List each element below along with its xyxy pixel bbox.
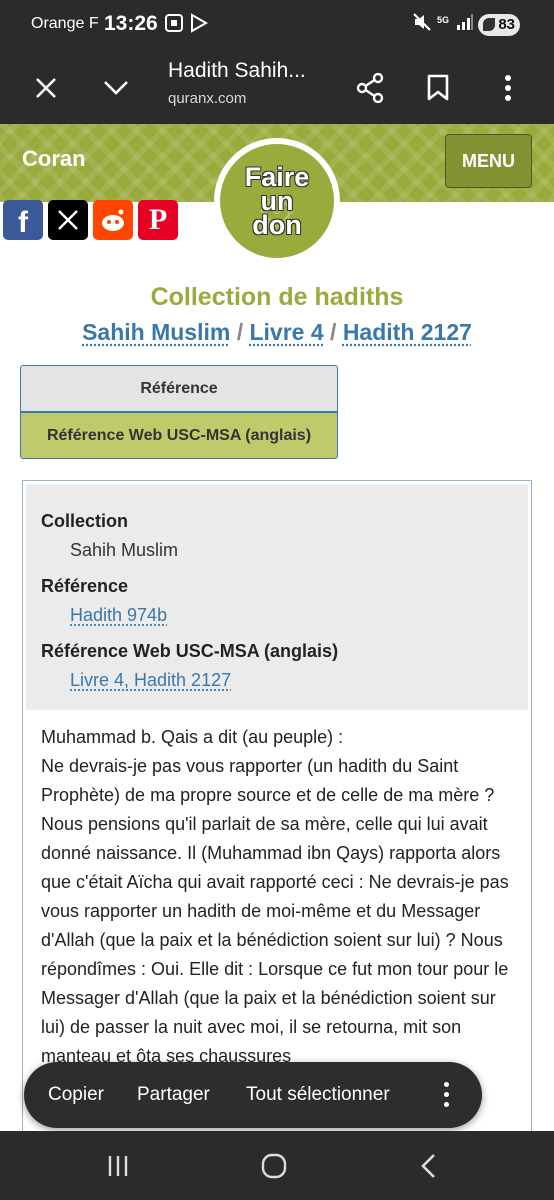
recents-icon [108,1156,128,1176]
reference-link[interactable]: Hadith 974b [70,605,167,626]
more-options-icon[interactable] [440,1080,452,1110]
clock: 13:26 [104,12,158,35]
page-title: Hadith Sahih... [168,59,306,82]
text-selection-menu: Copier Partager Tout sélectionner [24,1062,482,1128]
play-store-icon [190,13,209,38]
breadcrumb-separator: / [236,319,244,345]
x-share-button[interactable] [48,200,88,240]
x-icon [58,210,78,230]
facebook-share-button[interactable]: f [3,200,43,240]
back-button[interactable] [414,1151,444,1181]
home-icon [261,1153,287,1179]
breadcrumb-hadith-link[interactable]: Hadith 2127 [343,319,472,345]
donate-badge: ۞ Faire un don [220,144,334,258]
screenshot-icon [164,13,184,38]
browser-toolbar: Hadith Sahih... quranx.com [0,52,554,124]
recent-apps-button[interactable] [100,1151,136,1181]
hadith-body: Ne devrais-je pas vous rapporter (un had… [41,756,509,1066]
web-reference-link[interactable]: Livre 4, Hadith 2127 [70,670,231,691]
menu-button[interactable]: MENU [445,134,532,188]
reference-box: Collection Sahih Muslim Référence Hadith… [26,484,528,710]
reddit-icon [102,209,124,231]
reddit-share-button[interactable] [93,200,133,240]
battery-level: 83 [498,16,515,33]
pinterest-share-button[interactable]: P [138,200,178,240]
tab-web-reference[interactable]: Référence Web USC-MSA (anglais) [20,412,338,459]
collection-label: Collection [41,511,129,531]
status-bar: Orange F 13:26 5G 83 [0,0,554,52]
more-vert-icon [505,75,511,101]
bookmark-icon [427,74,449,101]
site-brand[interactable]: Coran [22,146,86,172]
donate-label: Faire un don [244,162,310,240]
tab-reference[interactable]: Référence [20,365,338,412]
chevron-down-icon [104,81,128,95]
battery-indicator: 83 [478,14,520,36]
battery-saver-icon [483,18,495,31]
breadcrumb: Sahih Muslim / Livre 4 / Hadith 2127 [0,319,554,346]
back-icon [421,1154,435,1178]
select-all-menu-item[interactable]: Tout sélectionner [246,1084,390,1106]
web-reference-label: Référence Web USC-MSA (anglais) [41,641,339,661]
more-options-button[interactable] [484,64,532,112]
share-menu-item[interactable]: Partager [137,1084,210,1106]
minimize-button[interactable] [92,64,140,112]
collection-value: Sahih Muslim [70,540,179,560]
copy-menu-item[interactable]: Copier [48,1084,104,1106]
home-button[interactable] [258,1151,292,1181]
share-button[interactable] [346,64,394,112]
breadcrumb-separator: / [330,319,337,345]
carrier-name: Orange F [31,15,99,32]
pinterest-icon: P [148,203,168,236]
hadith-intro: Muhammad b. Qais a dit (au peuple) : [41,727,344,747]
bookmark-button[interactable] [414,64,462,112]
breadcrumb-book-link[interactable]: Livre 4 [249,319,323,345]
network-type: 5G [437,15,450,25]
close-tab-button[interactable] [22,64,70,112]
reference-label: Référence [41,576,129,596]
close-icon [36,78,56,98]
share-icon [356,73,384,103]
mute-icon [413,13,431,36]
breadcrumb-collection-link[interactable]: Sahih Muslim [82,319,230,345]
page-domain: quranx.com [168,90,247,107]
signal-icon [456,13,474,36]
collection-title: Collection de hadiths [150,283,404,311]
hadith-text: Muhammad b. Qais a dit (au peuple) : Ne … [41,723,523,1071]
donate-button[interactable]: ۞ Faire un don [214,138,340,264]
system-navigation-bar [0,1131,554,1200]
facebook-icon: f [18,206,28,239]
